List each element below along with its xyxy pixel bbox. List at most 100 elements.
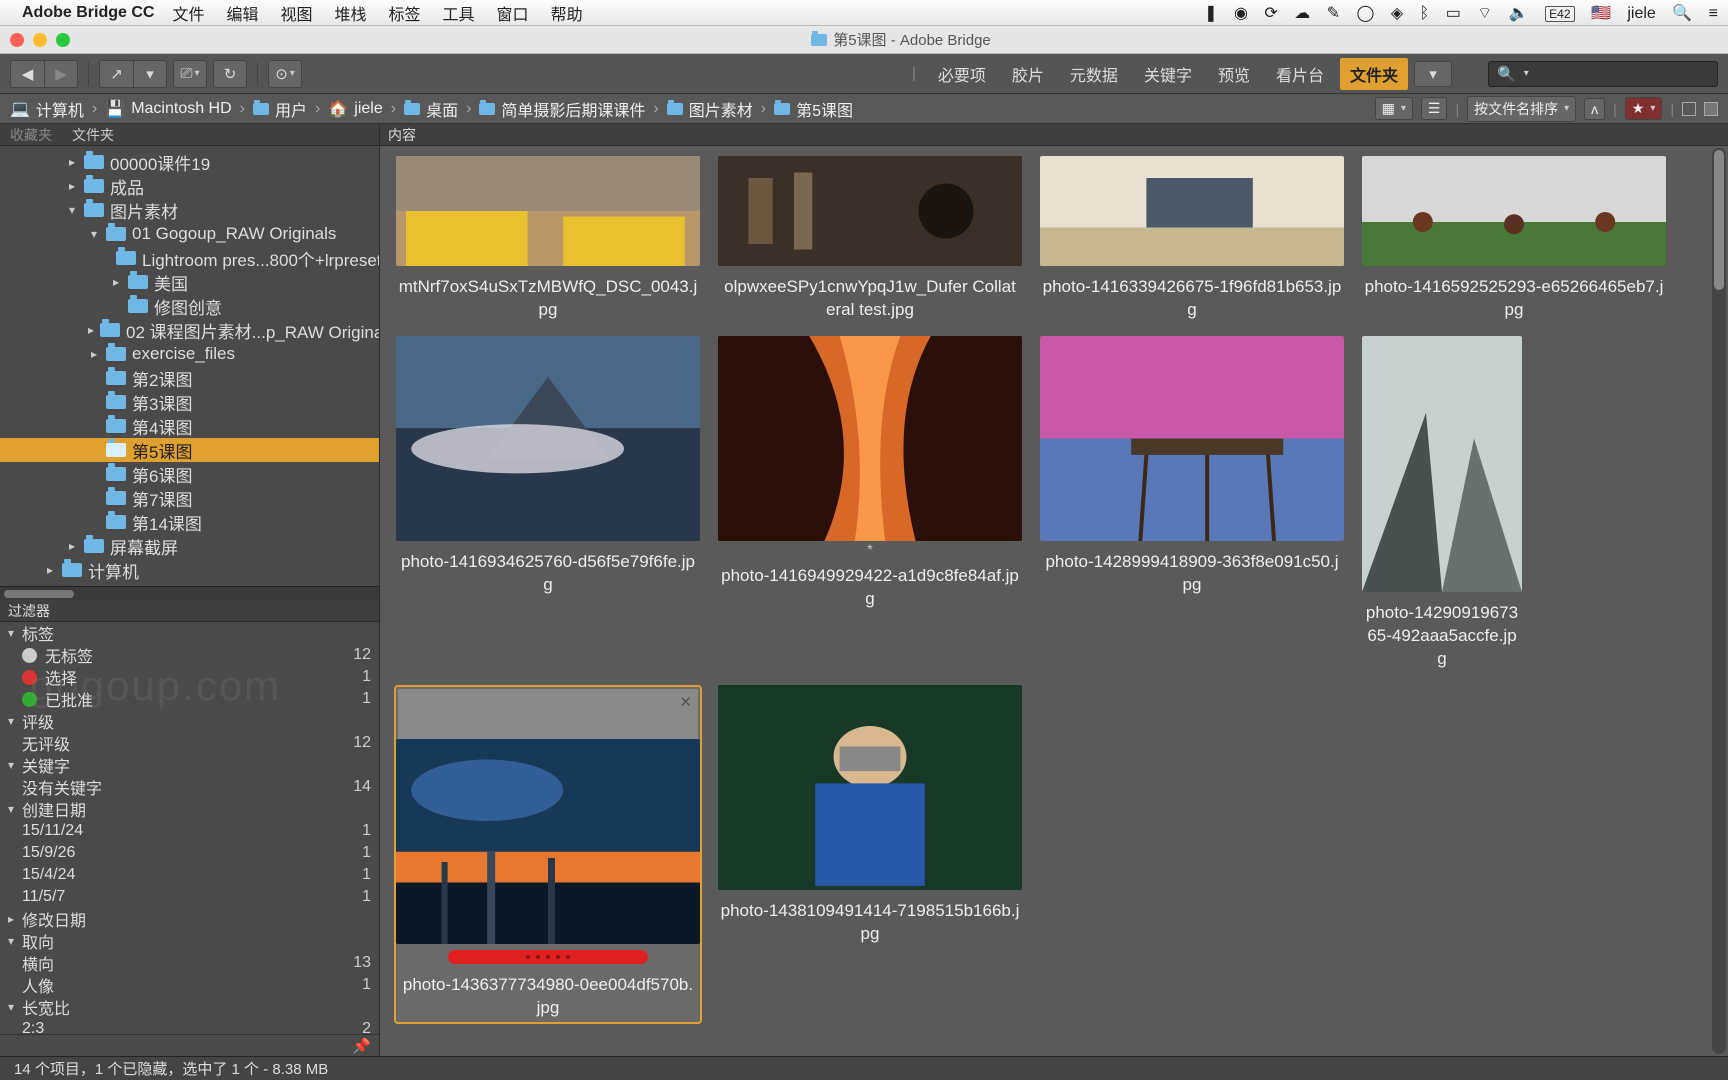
workspace-dropdown[interactable]: ▾: [1414, 61, 1452, 87]
vertical-scrollbar[interactable]: [1712, 148, 1726, 1054]
bookmark-icon[interactable]: ❚: [1204, 3, 1217, 23]
filter-section-header[interactable]: ▾长宽比: [0, 996, 379, 1018]
flag-icon[interactable]: 🇺🇸: [1591, 3, 1611, 23]
tree-item[interactable]: ▸屏幕截屏: [0, 534, 379, 558]
thumbnail-cell[interactable]: photo-1416339426675-1f96fd81b653.jpg: [1038, 156, 1346, 322]
thumbnail-cell[interactable]: *photo-1416949929422-a1d9c8fe84af.jpg: [716, 336, 1024, 671]
thumbnail-image[interactable]: [1362, 156, 1666, 266]
tab-favorites[interactable]: 收藏夹: [0, 123, 62, 147]
breadcrumb-item[interactable]: 💻 计算机: [10, 97, 84, 121]
menu-help[interactable]: 帮助: [551, 1, 583, 25]
options-button[interactable]: [1682, 102, 1696, 116]
thumbnail-cell[interactable]: photo-1428999418909-363f8e091c50.jpg: [1038, 336, 1346, 671]
view-grid-button[interactable]: ▦▾: [1375, 97, 1413, 120]
breadcrumb-item[interactable]: 桌面: [404, 97, 458, 121]
thumbnail-cell[interactable]: photo-1416934625760-d56f5e79f6fe.jpg: [394, 336, 702, 671]
reveal-button[interactable]: ↗: [99, 60, 133, 88]
tree-item[interactable]: 第5课图: [0, 438, 379, 462]
window-close-button[interactable]: [10, 33, 24, 47]
thumbnail-image[interactable]: [1362, 336, 1522, 592]
window-minimize-button[interactable]: [33, 33, 47, 47]
menu-file[interactable]: 文件: [172, 1, 204, 25]
thumbnail-image[interactable]: [396, 156, 700, 266]
options-button-2[interactable]: [1704, 102, 1718, 116]
filter-panel-header[interactable]: 过滤器: [0, 600, 379, 622]
filter-section-header[interactable]: ▾评级: [0, 710, 379, 732]
bluetooth-icon[interactable]: ᛒ: [1420, 5, 1430, 23]
workspace-tab-active[interactable]: 文件夹: [1340, 58, 1408, 90]
filter-row[interactable]: 11/5/71: [0, 886, 379, 908]
spotlight-icon[interactable]: 🔍: [1672, 3, 1692, 23]
tree-item[interactable]: ▾01 Gogoup_RAW Originals: [0, 222, 379, 246]
thumbnail-image[interactable]: [1040, 156, 1344, 266]
workspace-tab[interactable]: 元数据: [1060, 58, 1128, 90]
tree-item[interactable]: 第2课图: [0, 366, 379, 390]
filter-section-header[interactable]: ▾创建日期: [0, 798, 379, 820]
tree-item[interactable]: ▸计算机: [0, 558, 379, 582]
breadcrumb-item[interactable]: 🏠 jiele: [328, 99, 382, 119]
menu-stack[interactable]: 堆栈: [335, 1, 367, 25]
thumbnail-image[interactable]: [718, 336, 1022, 541]
breadcrumb-item[interactable]: 用户: [253, 97, 307, 121]
tree-item[interactable]: ▾图片素材: [0, 198, 379, 222]
sort-asc-button[interactable]: ᴧ: [1584, 98, 1605, 120]
wechat-icon[interactable]: ☁: [1294, 3, 1310, 23]
breadcrumb-item[interactable]: 💾 Macintosh HD: [105, 99, 231, 119]
filter-row[interactable]: 15/11/241: [0, 820, 379, 842]
view-list-button[interactable]: ☰: [1421, 97, 1448, 120]
filter-rating-button[interactable]: ★▾: [1625, 97, 1663, 120]
tree-item[interactable]: 第6课图: [0, 462, 379, 486]
thumbnail-image[interactable]: [718, 685, 1022, 890]
tree-item[interactable]: ▸00000课件19: [0, 150, 379, 174]
rating-bar[interactable]: [448, 950, 648, 964]
tree-item[interactable]: 第3课图: [0, 390, 379, 414]
breadcrumb-item[interactable]: 图片素材: [667, 97, 753, 121]
user-name[interactable]: jiele: [1627, 5, 1655, 23]
recent-dropdown[interactable]: ▾: [133, 60, 167, 88]
workspace-tab[interactable]: 看片台: [1266, 58, 1334, 90]
nav-back-button[interactable]: ◀: [10, 60, 44, 88]
workspace-tab[interactable]: 关键字: [1134, 58, 1202, 90]
window-zoom-button[interactable]: [56, 33, 70, 47]
dropbox-icon[interactable]: ◈: [1391, 3, 1403, 23]
nav-forward-button[interactable]: ▶: [44, 60, 78, 88]
thumbnail-cell[interactable]: photo-1416592525293-e65266465eb7.jpg: [1360, 156, 1668, 322]
cc-icon[interactable]: ◯: [1357, 3, 1375, 23]
breadcrumb-item[interactable]: 简单摄影后期课课件: [479, 97, 645, 121]
thumbnail-cell[interactable]: photo-1429091967365-492aaa5accfe.jpg: [1360, 336, 1524, 671]
tree-item[interactable]: Lightroom pres...800个+lrpreset: [0, 246, 379, 270]
filter-row[interactable]: 已批准1: [0, 688, 379, 710]
search-input[interactable]: 🔍▾: [1488, 61, 1718, 87]
tree-item[interactable]: 修图创意: [0, 294, 379, 318]
tree-item[interactable]: 第4课图: [0, 414, 379, 438]
filter-section-header[interactable]: ▾关键字: [0, 754, 379, 776]
filter-row[interactable]: 15/9/261: [0, 842, 379, 864]
evernote-icon[interactable]: ✎: [1327, 3, 1340, 23]
menu-window[interactable]: 窗口: [497, 1, 529, 25]
menu-edit[interactable]: 编辑: [226, 1, 258, 25]
tree-item[interactable]: ▸exercise_files: [0, 342, 379, 366]
app-name[interactable]: Adobe Bridge CC: [22, 4, 154, 22]
menu-tools[interactable]: 工具: [443, 1, 475, 25]
menu-icon[interactable]: ≡: [1709, 5, 1718, 23]
open-app-button[interactable]: ⊙▾: [268, 60, 302, 88]
menu-view[interactable]: 视图: [280, 1, 312, 25]
filter-row[interactable]: 无评级12: [0, 732, 379, 754]
workspace-tab[interactable]: 预览: [1208, 58, 1260, 90]
thumbnail-image[interactable]: [396, 336, 700, 541]
record-icon[interactable]: ◉: [1234, 3, 1248, 23]
filter-section-header[interactable]: ▾标签: [0, 622, 379, 644]
thumbnail-cell[interactable]: photo-1438109491414-7198515b166b.jpg: [716, 685, 1024, 1024]
wifi-icon[interactable]: ⌔: [1477, 3, 1492, 23]
thumbnail-image[interactable]: [718, 156, 1022, 266]
tree-item[interactable]: ▸02 课程图片素材...p_RAW Originals: [0, 318, 379, 342]
filter-section-header[interactable]: ▾取向: [0, 930, 379, 952]
tab-folders[interactable]: 文件夹: [62, 123, 124, 147]
camera-import-button[interactable]: ⎚▾: [173, 60, 207, 88]
filter-section-header[interactable]: ▸修改日期: [0, 908, 379, 930]
sync-icon[interactable]: ⟳: [1264, 3, 1277, 23]
filter-row[interactable]: 没有关键字14: [0, 776, 379, 798]
volume-icon[interactable]: 🔈: [1509, 3, 1529, 23]
sort-dropdown[interactable]: 按文件名排序 ▾: [1467, 96, 1576, 122]
filter-row[interactable]: 选择1: [0, 666, 379, 688]
